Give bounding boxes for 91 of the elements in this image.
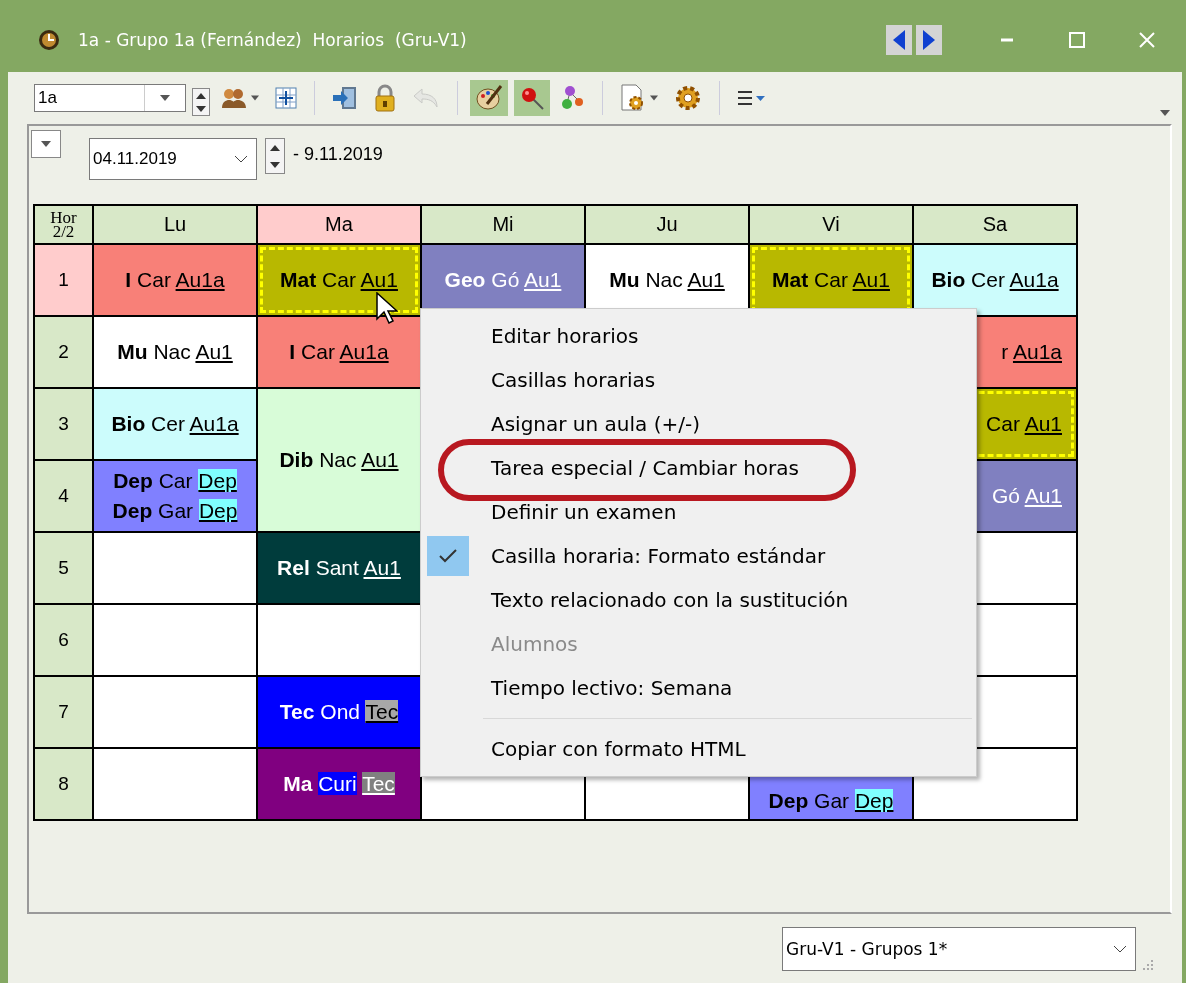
window-title: 1a - Grupo 1a (Fernández) Horarios (Gru-V1) [78, 30, 467, 50]
gear-icon [674, 84, 702, 112]
checkmark-icon [439, 549, 457, 563]
lesson-cell[interactable]: Mat Car Au1 [258, 245, 420, 315]
caret-icon [251, 95, 259, 101]
up-arrow-icon [270, 144, 280, 151]
undo-icon [412, 87, 440, 109]
hour-header[interactable]: 2 [35, 317, 92, 387]
lesson-text: Bio Cer Au1a [931, 268, 1059, 292]
lesson-cell[interactable]: Rel Sant Au1 [258, 533, 420, 603]
lesson-cell[interactable]: Dib Nac Au1 [258, 389, 420, 531]
hour-header[interactable]: 5 [35, 533, 92, 603]
lesson-text: Mu Nac Au1 [117, 340, 233, 364]
clock-icon [38, 29, 60, 51]
lesson-text: Mat Car Au1 [772, 268, 890, 292]
lesson-cell[interactable]: Tec Ond Tec [258, 677, 420, 747]
lesson-text: Rel Sant Au1 [277, 556, 401, 580]
triangle-right-icon [923, 30, 935, 50]
down-arrow-icon [270, 161, 280, 168]
lesson-cell[interactable]: Bio Cer Au1a [94, 389, 256, 459]
lock-icon [374, 84, 396, 112]
day-header[interactable]: Ju [586, 206, 748, 243]
lesson-cell[interactable]: Mu Nac Au1 [94, 317, 256, 387]
class-select[interactable]: 1a [34, 84, 186, 112]
lesson-text: Dep Gar Dep [112, 499, 238, 523]
lesson-cell[interactable]: I Car Au1a [94, 245, 256, 315]
corner-text: 2/2 [52, 224, 75, 239]
day-header[interactable]: Mi [422, 206, 584, 243]
hour-header[interactable]: 3 [35, 389, 92, 459]
mouse-cursor-icon [376, 292, 398, 324]
dropdown-button[interactable] [31, 130, 61, 158]
lesson-text: Dep Car Dep [113, 469, 237, 493]
maximize-icon [1069, 32, 1085, 48]
menu-item[interactable]: Texto relacionado con la sustitución [421, 578, 976, 622]
lesson-text: Tec Ond Tec [279, 700, 399, 724]
close-icon [1139, 32, 1155, 48]
nodes-icon [561, 85, 585, 111]
lesson-text: I Car Au1a [289, 340, 389, 364]
lesson-text: I Car Au1a [125, 268, 225, 292]
end-date: - 9.11.2019 [293, 144, 383, 165]
lesson-cell[interactable]: Bio Cer Au1a [914, 245, 1076, 315]
corner-text: Hor [50, 210, 77, 225]
minimize-icon [1000, 37, 1014, 43]
day-header[interactable]: Sa [914, 206, 1076, 243]
chevron-down-icon [1113, 944, 1127, 953]
hour-header[interactable]: 4 [35, 461, 92, 531]
spinner-control[interactable] [192, 88, 210, 116]
date-select[interactable]: 04.11.2019 [89, 138, 257, 180]
lesson-text: Mat Car Au1 [280, 268, 398, 292]
hour-header[interactable]: 6 [35, 605, 92, 675]
lesson-text: Bio Cer Au1a [111, 412, 239, 436]
day-header[interactable]: Vi [750, 206, 912, 243]
lesson-cell[interactable]: Ma Curi Tec [258, 749, 420, 819]
lesson-text: Car Au1 [986, 412, 1062, 436]
up-arrow-icon [196, 92, 206, 99]
hour-header[interactable]: 8 [35, 749, 92, 819]
palette-icon [475, 84, 503, 112]
next-button[interactable] [916, 25, 942, 55]
caret-icon [650, 95, 658, 101]
lesson-cell[interactable]: I Car Au1a [258, 317, 420, 387]
document-gear-icon [620, 84, 646, 112]
date-spinner[interactable] [265, 138, 285, 174]
menu-item[interactable]: Tiempo lectivo: Semana [421, 666, 976, 710]
caret-icon [1160, 110, 1170, 116]
lesson-text: Mu Nac Au1 [609, 268, 725, 292]
list-options-icon [737, 89, 767, 107]
pin-icon [519, 85, 545, 111]
lesson-text: Gó Au1 [991, 484, 1062, 508]
caret-icon [39, 141, 53, 147]
lesson-text: Dep Gar Dep [768, 789, 894, 813]
hour-header[interactable]: 1 [35, 245, 92, 315]
previous-button[interactable] [886, 25, 912, 55]
resize-grip-icon [1142, 959, 1154, 971]
lesson-cell[interactable]: Dep Car Dep Dep Gar Dep [94, 461, 256, 531]
hour-header[interactable]: 7 [35, 677, 92, 747]
caret-icon [158, 95, 172, 101]
menu-item[interactable]: Casilla horaria: Formato estándar [421, 534, 976, 578]
toolbar-button[interactable] [470, 80, 508, 116]
grid-icon [275, 87, 297, 109]
day-header[interactable]: Lu [94, 206, 256, 243]
down-arrow-icon [196, 105, 206, 112]
triangle-left-icon [893, 30, 905, 50]
chevron-down-icon [234, 155, 248, 163]
day-header[interactable]: Ma [258, 206, 420, 243]
lesson-text: Ma Curi Tec [283, 772, 395, 796]
lesson-text: Geo Gó Au1 [444, 268, 562, 292]
people-icon [221, 87, 247, 109]
view-select[interactable]: Gru-V1 - Grupos 1* [782, 926, 1136, 971]
lesson-text: r Au1a [1001, 340, 1062, 364]
lesson-text: Dib Nac Au1 [279, 448, 399, 472]
door-arrow-icon [332, 85, 358, 111]
